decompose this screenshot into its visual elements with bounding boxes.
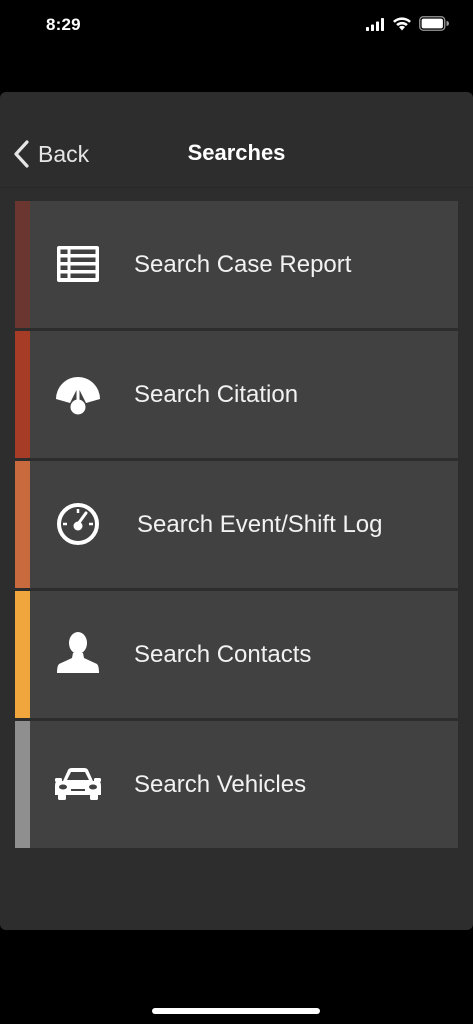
clock-gauge-icon (53, 499, 103, 549)
status-time: 8:29 (46, 15, 81, 34)
search-citation-button[interactable]: Search Citation (15, 331, 458, 458)
report-list-icon (53, 239, 103, 289)
citation-gauge-icon (53, 369, 103, 419)
wifi-icon (393, 17, 411, 31)
page-title: Searches (187, 140, 286, 165)
accent-stripe (15, 591, 30, 718)
accent-stripe (15, 461, 30, 588)
search-vehicles-button[interactable]: Search Vehicles (15, 721, 458, 848)
home-indicator[interactable] (152, 1008, 320, 1014)
person-icon (53, 629, 103, 679)
battery-icon (419, 16, 449, 31)
car-icon (53, 759, 103, 809)
accent-stripe (15, 721, 30, 848)
menu-label: Search Event/Shift Log (137, 511, 383, 538)
search-case-report-button[interactable]: Search Case Report (15, 201, 458, 328)
accent-stripe (15, 201, 30, 328)
cellular-signal-icon (366, 18, 384, 31)
menu-label: Search Contacts (134, 641, 312, 668)
menu-label: Search Vehicles (134, 771, 307, 798)
search-event-shift-log-button[interactable]: Search Event/Shift Log (15, 461, 458, 588)
menu-label: Search Case Report (134, 251, 352, 278)
search-contacts-button[interactable]: Search Contacts (15, 591, 458, 718)
accent-stripe (15, 331, 30, 458)
searches-panel: Back Searches Search Case Report Search … (0, 92, 473, 930)
menu-label: Search Citation (134, 381, 299, 408)
nav-bar: Back Searches (0, 92, 473, 188)
status-bar: 8:29 (0, 0, 473, 50)
